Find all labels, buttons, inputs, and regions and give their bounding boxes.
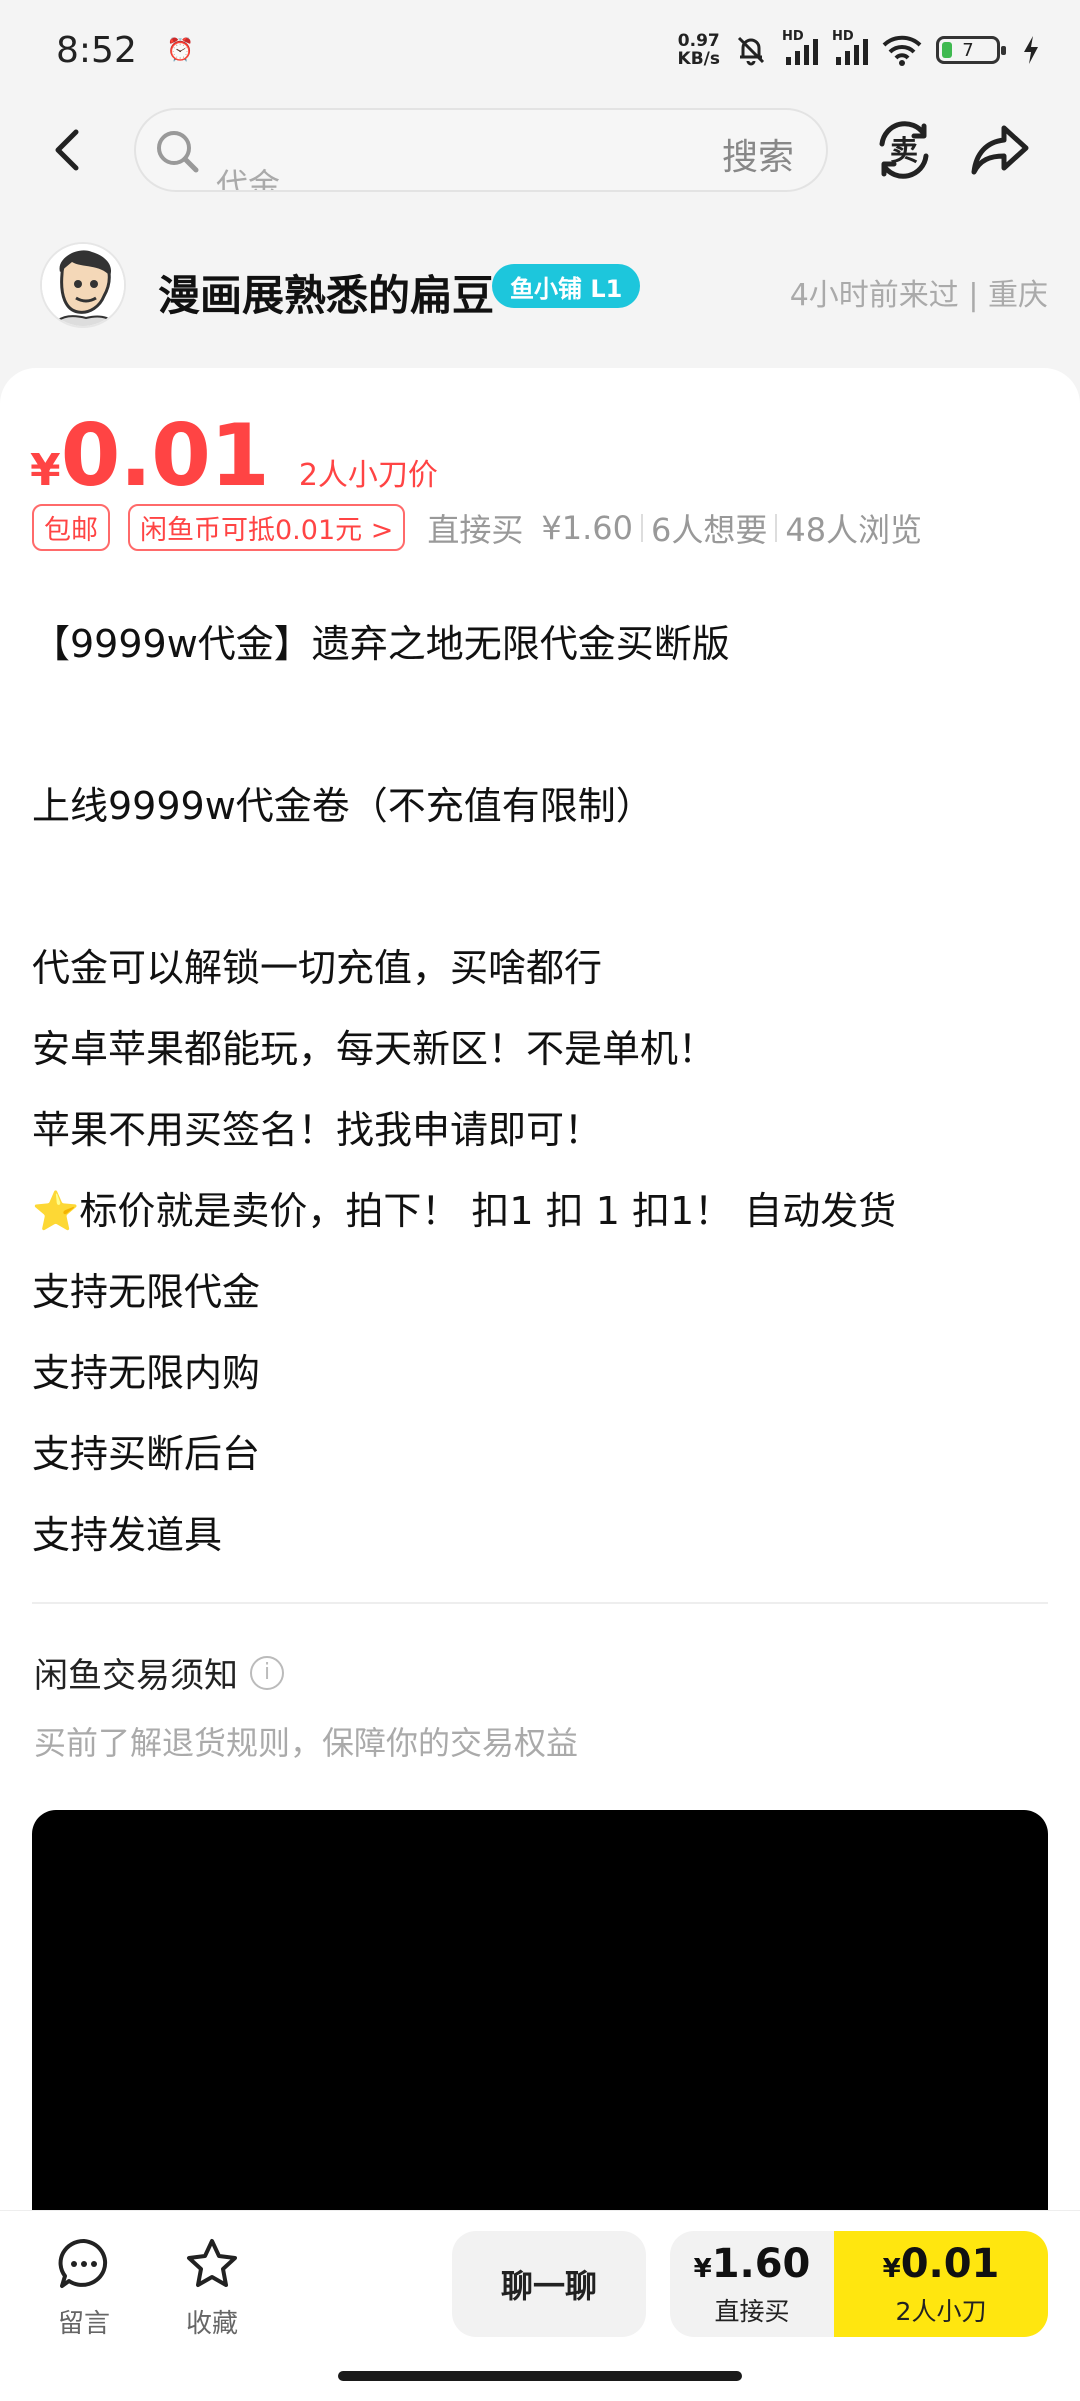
free-shipping-tag: 包邮 [32,504,110,551]
info-icon[interactable]: i [250,1655,284,1690]
divider [32,1602,1048,1604]
hd-label: HD [782,29,804,44]
description-line: 苹果不用买签名！找我申请即可！ [32,1108,603,1152]
back-button[interactable] [40,122,96,178]
description-line: 【9999w代金】遗弃之地无限代金买断版 [32,622,730,666]
bargain-button-price: ¥0.01 [883,2241,1000,2292]
nav-bar: 代金 搜索 卖 [0,100,1080,200]
trade-notice-title[interactable]: 闲鱼交易须知 i [34,1648,284,1697]
sell-icon[interactable]: 卖 [874,120,934,180]
trade-notice-title-text: 闲鱼交易须知 [34,1656,238,1696]
favorite-label: 收藏 [185,2309,238,2339]
mute-bell-icon [737,36,765,66]
avatar-image [42,244,124,326]
description-line: 安卓苹果都能玩，每天新区！不是单机！ [32,1027,717,1071]
alarm-icon: ⏰ [166,37,195,63]
price-value: 0.01 [60,406,270,506]
signal-strength-icon-1: HD [782,29,818,65]
description-line: 上线9999w代金卷（不充值有限制） [32,784,654,828]
chat-button[interactable]: 聊一聊 [452,2231,646,2337]
shop-level-badge[interactable]: 鱼小铺 L1 [492,264,641,308]
direct-buy-button-label: 直接买 [714,2296,790,2326]
signal-strength-icon-2: HD [832,29,868,65]
home-indicator[interactable] [338,2371,742,2381]
seller-name[interactable]: 漫画展熟悉的扁豆 [158,262,494,323]
network-speed: 0.97 KB/s [678,32,720,68]
network-speed-unit: KB/s [677,49,720,69]
bargain-button-label: 2人小刀 [895,2296,987,2326]
status-icons: 0.97 KB/s HD HD 7 [678,29,1040,68]
status-time: 8:52 [56,29,137,71]
charging-icon [1024,36,1038,64]
comment-label: 留言 [57,2309,110,2339]
direct-buy-label: 直接买 [427,510,524,549]
separator [775,513,778,542]
tags-row: 包邮 闲鱼币可抵0.01元 > 直接买 ¥1.60 6人想要 48人浏览 [32,504,922,551]
star-icon: ⭐ [32,1189,80,1233]
bargain-button[interactable]: ¥0.01 2人小刀 [834,2231,1048,2337]
chat-button-label: 聊一聊 [500,2267,597,2305]
star-outline-icon [187,2239,237,2287]
currency-symbol: ¥ [882,2253,901,2284]
seller-last-seen: 4小时前来过 | 重庆 [789,278,1048,313]
product-image[interactable] [32,1810,1048,2230]
price-currency: ¥ [30,445,61,496]
product-card: ¥ 0.01 2人小刀价 包邮 闲鱼币可抵0.01元 > 直接买 ¥1.60 6… [0,368,1080,2230]
direct-price-value: 1.60 [711,2240,811,2287]
battery-icon: 7 [936,36,1006,64]
favorite-button[interactable]: 收藏 [162,2237,262,2340]
comment-button[interactable]: 留言 [34,2237,134,2340]
search-button[interactable]: 搜索 [722,128,794,180]
purchase-buttons: ¥1.60 直接买 ¥0.01 2人小刀 [670,2231,1048,2337]
currency-symbol: ¥ [693,2253,712,2284]
want-count: 6人想要 [650,510,768,549]
battery-level: 7 [962,39,974,61]
coin-discount-tag[interactable]: 闲鱼币可抵0.01元 > [128,504,406,551]
chevron-left-icon [55,129,79,171]
status-bar: 8:52 ⏰ 0.97 KB/s HD HD 7 [0,0,1080,100]
bargain-price-value: 0.01 [900,2240,1000,2287]
direct-buy-price: ¥1.60 [541,508,633,547]
product-description: 【9999w代金】遗弃之地无限代金买断版 上线9999w代金卷（不充值有限制） … [32,604,1048,1576]
wifi-icon [882,35,922,66]
seller-info[interactable]: 漫画展熟悉的扁豆 鱼小铺 L1 4小时前来过 | 重庆 [0,230,1080,350]
network-speed-value: 0.97 [677,31,720,51]
description-line: 支持发道具 [32,1513,223,1557]
description-line: 支持无限内购 [32,1351,261,1395]
description-line: 支持买断后台 [32,1432,261,1476]
trade-notice-subtitle: 买前了解退货规则，保障你的交易权益 [34,1724,579,1762]
description-line: 代金可以解锁一切充值，买啥都行 [32,946,603,990]
direct-buy-button-price: ¥1.60 [694,2241,811,2292]
price-note: 2人小刀价 [298,458,438,493]
search-icon [157,131,199,173]
view-count: 48人浏览 [785,510,923,549]
description-line: 支持无限代金 [32,1270,261,1314]
avatar[interactable] [40,242,126,328]
direct-buy-button[interactable]: ¥1.60 直接买 [670,2231,834,2337]
search-placeholder: 代金 [216,166,281,192]
description-line: ⭐标价就是卖价，拍下！ 扣1 扣 1 扣1！ 自动发货 [32,1171,1048,1252]
comment-icon [58,2238,108,2288]
description-text: 标价就是卖价，拍下！ 扣1 扣 1 扣1！ 自动发货 [79,1189,897,1233]
sell-icon-text: 卖 [890,134,918,167]
separator [640,513,643,542]
search-input[interactable]: 代金 搜索 [134,108,828,192]
share-icon[interactable] [970,120,1030,180]
hd-label: HD [832,29,854,44]
price-row: ¥ 0.01 2人小刀价 [30,406,438,506]
